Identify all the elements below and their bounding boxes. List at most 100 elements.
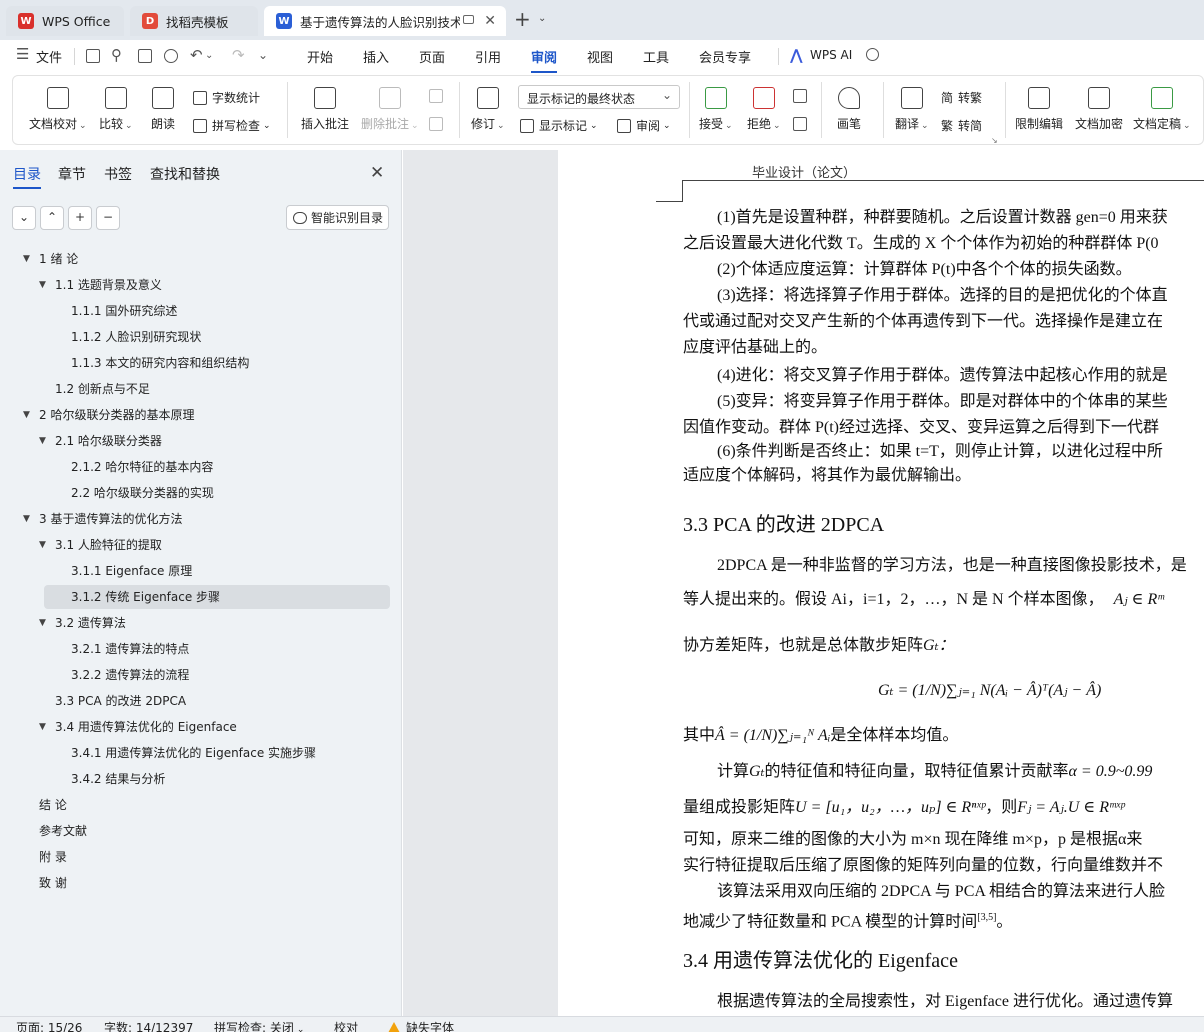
citation[interactable]: [3,5]	[977, 912, 996, 923]
redo-icon[interactable]: ↷	[232, 46, 245, 64]
more-chevron-icon[interactable]: ⌄	[258, 48, 268, 62]
menu-insert[interactable]: 插入	[363, 47, 389, 66]
new-tab-icon[interactable]: +	[514, 9, 531, 29]
expand-triangle-icon[interactable]: ▼	[39, 273, 46, 297]
toc-item[interactable]: 结 论	[39, 793, 67, 817]
toc-item[interactable]: 致 谢	[39, 871, 67, 895]
encrypt-button[interactable]: 文档加密	[1075, 87, 1123, 132]
tab-template[interactable]: D 找稻壳模板	[130, 6, 258, 36]
expand-triangle-icon[interactable]: ▼	[39, 533, 46, 557]
document-page[interactable]: 毕业设计（论文） (1)首先是设置种群，种群要随机。之后设置计数器 gen=0 …	[558, 150, 1204, 1016]
toc-item[interactable]: 3.1.2 传统 Eigenface 步骤	[44, 585, 390, 609]
expand-triangle-icon[interactable]: ▼	[39, 429, 46, 453]
undo-icon[interactable]: ↶	[190, 46, 203, 64]
toc-item[interactable]: ▼ 3.4 用遗传算法优化的 Eigenface	[39, 715, 237, 739]
toc-item[interactable]: 附 录	[39, 845, 67, 869]
to-simplified-button[interactable]: 繁转简	[941, 117, 982, 134]
toc-item[interactable]: 1.1.1 国外研究综述	[71, 299, 177, 323]
search-icon[interactable]	[866, 48, 879, 61]
toc-item[interactable]: 1.1.2 人脸识别研究现状	[71, 325, 201, 349]
accept-button[interactable]: 接受 ⌄	[699, 87, 733, 132]
revise-button[interactable]: 修订 ⌄	[471, 87, 505, 132]
toc-item[interactable]: 1.2 创新点与不足	[55, 377, 150, 401]
toc-item[interactable]: 3.4.2 结果与分析	[71, 767, 165, 791]
toc-item[interactable]: 3.2.1 遗传算法的特点	[71, 637, 189, 661]
menu-reference[interactable]: 引用	[475, 47, 501, 66]
menu-wps-ai[interactable]: WPS AI	[810, 48, 852, 62]
doc-check-button[interactable]: 文档校对 ⌄	[29, 87, 87, 132]
wps-ai-icon[interactable]: ⋀	[790, 46, 803, 64]
toc-item[interactable]: 3.3 PCA 的改进 2DPCA	[55, 689, 186, 713]
restrict-edit-button[interactable]: 限制编辑	[1015, 87, 1063, 132]
delete-comment-button[interactable]: 删除批注 ⌄	[361, 87, 419, 132]
prev-change-icon[interactable]	[793, 89, 807, 103]
link-icon[interactable]: ⚲	[111, 46, 122, 64]
toc-item[interactable]: ▼ 2.1 哈尔级联分类器	[39, 429, 162, 453]
toc-item[interactable]: 2.1.2 哈尔特征的基本内容	[71, 455, 213, 479]
reject-button[interactable]: 拒绝 ⌄	[747, 87, 781, 132]
show-marks-button[interactable]: 显示标记 ⌄	[520, 117, 598, 134]
tab-sections[interactable]: 章节	[58, 164, 86, 184]
toc-item[interactable]: ▼ 3.1 人脸特征的提取	[39, 533, 162, 557]
close-tab-icon[interactable]: ✕	[484, 13, 496, 29]
ink-button[interactable]: 画笔	[837, 87, 861, 132]
expand-triangle-icon[interactable]: ▼	[39, 611, 46, 635]
hamburger-icon[interactable]: ☰	[16, 45, 29, 63]
toc-item[interactable]: ▼ 1.1 选题背景及意义	[39, 273, 162, 297]
monitor-icon[interactable]	[463, 15, 474, 24]
print-icon[interactable]	[138, 49, 152, 63]
proofread-status[interactable]: 校对	[334, 1019, 358, 1032]
tab-document[interactable]: W 基于遗传算法的人脸识别技术 ✕	[264, 6, 506, 36]
read-aloud-button[interactable]: 朗读	[151, 87, 175, 132]
tab-wps-office[interactable]: W WPS Office	[6, 6, 124, 36]
toc-item[interactable]: 1.1.3 本文的研究内容和组织结构	[71, 351, 249, 375]
menu-view[interactable]: 视图	[587, 47, 613, 66]
menu-member[interactable]: 会员专享	[699, 47, 751, 66]
toc-item[interactable]: ▼ 2 哈尔级联分类器的基本原理	[23, 403, 194, 427]
word-count-indicator[interactable]: 字数: 14/12397	[104, 1019, 193, 1032]
toc-item[interactable]: ▼ 3.2 遗传算法	[39, 611, 126, 635]
close-pane-icon[interactable]: ✕	[370, 163, 384, 183]
translate-button[interactable]: 翻译 ⌄	[895, 87, 929, 132]
markup-state-select[interactable]: 显示标记的最终状态 ⌄	[518, 85, 680, 109]
next-change-icon[interactable]	[793, 117, 807, 131]
save-icon[interactable]	[86, 49, 100, 63]
page-indicator[interactable]: 页面: 15/26	[16, 1019, 82, 1032]
toc-item[interactable]: 3.4.1 用遗传算法优化的 Eigenface 实施步骤	[71, 741, 316, 765]
menu-tools[interactable]: 工具	[643, 47, 669, 66]
toc-item[interactable]: ▼ 1 绪 论	[23, 247, 78, 271]
spell-check-status[interactable]: 拼写检查: 关闭 ⌄	[214, 1019, 304, 1032]
spell-check-button[interactable]: 拼写检查 ⌄	[193, 117, 271, 134]
toc-item[interactable]: 3.1.1 Eigenface 原理	[71, 559, 192, 583]
undo-chevron-icon[interactable]: ⌄	[205, 50, 213, 61]
collapse-all-button[interactable]: ⌄	[12, 206, 36, 230]
tab-find-replace[interactable]: 查找和替换	[150, 164, 220, 184]
compare-button[interactable]: 比较 ⌄	[99, 87, 133, 132]
toc-item[interactable]: 参考文献	[39, 819, 87, 843]
expand-triangle-icon[interactable]: ▼	[23, 247, 30, 271]
expand-up-button[interactable]: ⌃	[40, 206, 64, 230]
smart-toc-button[interactable]: 智能识别目录	[286, 205, 389, 230]
word-count-button[interactable]: 字数统计	[193, 89, 260, 106]
add-heading-button[interactable]: +	[68, 206, 92, 230]
menu-page[interactable]: 页面	[419, 47, 445, 66]
chevron-down-icon[interactable]: ⌄	[538, 13, 546, 24]
tab-toc[interactable]: 目录	[13, 164, 41, 189]
toc-item[interactable]: 3.2.2 遗传算法的流程	[71, 663, 189, 687]
expand-triangle-icon[interactable]: ▼	[39, 715, 46, 739]
to-traditional-button[interactable]: 简转繁	[941, 89, 982, 106]
menu-file[interactable]: 文件	[36, 47, 62, 66]
expand-group-icon[interactable]: ↘	[991, 136, 998, 145]
missing-font-status[interactable]: 缺失字体	[388, 1019, 454, 1032]
toc-item[interactable]: 2.2 哈尔级联分类器的实现	[71, 481, 214, 505]
toc-item[interactable]: ▼ 3 基于遗传算法的优化方法	[23, 507, 182, 531]
menu-review[interactable]: 审阅	[531, 47, 558, 73]
expand-triangle-icon[interactable]: ▼	[23, 403, 30, 427]
menu-start[interactable]: 开始	[307, 47, 333, 66]
print-preview-icon[interactable]	[164, 49, 178, 63]
expand-triangle-icon[interactable]: ▼	[23, 507, 30, 531]
remove-heading-button[interactable]: −	[96, 206, 120, 230]
next-comment-icon[interactable]	[429, 117, 443, 131]
prev-comment-icon[interactable]	[429, 89, 443, 103]
insert-comment-button[interactable]: 插入批注	[301, 87, 349, 132]
